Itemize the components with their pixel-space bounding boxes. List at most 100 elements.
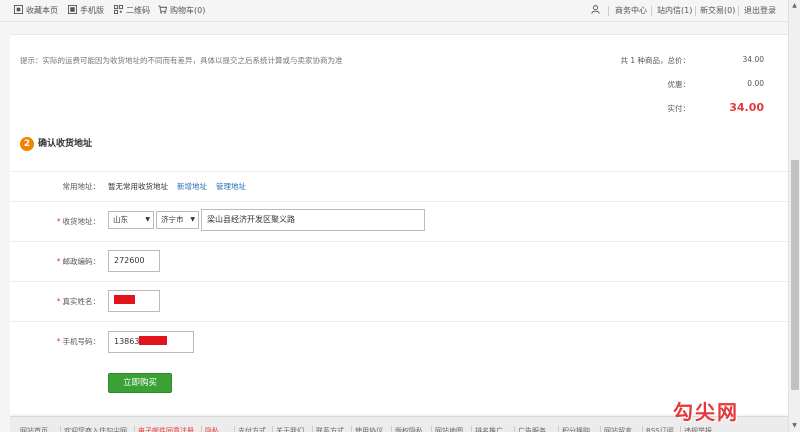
zip-label: 邮政编码：	[62, 257, 101, 266]
street-address-input[interactable]: 梁山县经济开发区聚义路	[201, 209, 425, 231]
footer-link[interactable]: 积分换购	[562, 426, 590, 432]
footer-divider	[234, 426, 235, 432]
mobile-link[interactable]: 手机版	[68, 5, 104, 17]
section-title-text: 确认收货地址	[38, 139, 93, 149]
qrcode-label: 二维码	[126, 6, 150, 15]
pay-value: 34.00	[729, 101, 764, 114]
cart-icon	[158, 5, 167, 14]
mobile-label: 手机版	[80, 6, 104, 15]
footer-divider	[642, 426, 643, 432]
logout-link[interactable]: 退出登录	[744, 5, 776, 17]
city-value: 济宁市	[161, 215, 184, 224]
member-center-link[interactable]: 商务中心	[615, 5, 647, 17]
footer-divider	[134, 426, 135, 432]
footer-link[interactable]: 网站留言	[604, 426, 632, 432]
zip-input[interactable]: 272600	[108, 250, 160, 272]
phone-label-wrap: * 手机号码：	[10, 336, 100, 347]
buy-now-button[interactable]: 立即购买	[108, 373, 172, 393]
footer-link[interactable]: 隐私	[205, 426, 219, 432]
divider	[651, 6, 652, 16]
footer-divider	[201, 426, 202, 432]
divider	[695, 6, 696, 16]
required-mark: *	[56, 297, 61, 306]
common-address-label: 常用地址：	[62, 182, 101, 191]
user-icon	[591, 5, 600, 14]
phone-row: * 手机号码： 13863	[10, 321, 788, 361]
redacted-phone	[139, 336, 168, 345]
no-common-address: 暂无常用收货地址	[108, 182, 168, 191]
phone-input[interactable]: 13863	[108, 331, 194, 353]
region-label: 收货地址：	[62, 217, 101, 226]
mobile-icon	[68, 5, 77, 14]
footer-divider	[471, 426, 472, 432]
footer-link[interactable]: 支付方式	[238, 426, 266, 432]
required-mark: *	[56, 257, 61, 266]
footer-link[interactable]: 欢迎您商入住勾尖网	[64, 426, 127, 432]
common-address-row: 常用地址： 暂无常用收货地址 新增地址 管理地址	[10, 171, 788, 201]
bookmark-icon	[14, 5, 23, 14]
footer-divider	[312, 426, 313, 432]
required-mark: *	[56, 217, 61, 226]
discount-label: 优惠：	[667, 80, 691, 89]
qrcode-icon	[114, 5, 123, 14]
footer-link[interactable]: 网站首页	[20, 426, 48, 432]
footer-divider	[351, 426, 352, 432]
divider	[738, 6, 739, 16]
footer-link[interactable]: 网站地图	[435, 426, 463, 432]
footer-link[interactable]: 电子邮件同意注册	[138, 426, 194, 432]
manage-address-link[interactable]: 管理地址	[216, 181, 246, 192]
footer-divider	[60, 426, 61, 432]
step-number: 2	[20, 136, 34, 151]
scrollbar-thumb[interactable]	[791, 160, 799, 390]
pay-label: 实付：	[667, 104, 691, 113]
phone-prefix: 13863	[114, 337, 140, 346]
redacted-name	[114, 295, 135, 304]
footer-link[interactable]: 版权隐私	[395, 426, 423, 432]
footer-divider	[391, 426, 392, 432]
region-label-wrap: * 收货地址：	[10, 216, 100, 227]
footer-divider	[558, 426, 559, 432]
city-select[interactable]: 济宁市 ▼	[156, 211, 199, 229]
required-mark: *	[56, 337, 61, 346]
footer-divider	[514, 426, 515, 432]
section-title: 2 确认收货地址	[20, 136, 92, 152]
region-row: * 收货地址： 山东 ▼ 济宁市 ▼ 梁山县经济开发区聚义路	[10, 201, 788, 241]
top-bar: 收藏本页 手机版 二维码 购物车(0) 商务中心 站内信(1) 新交易(0) 退…	[0, 0, 788, 22]
favorite-label: 收藏本页	[26, 6, 58, 15]
province-value: 山东	[113, 215, 128, 224]
footer-link[interactable]: 关于我们	[276, 426, 304, 432]
cart-link[interactable]: 购物车(0)	[158, 5, 205, 17]
scroll-down-icon[interactable]: ▼	[789, 420, 800, 432]
favorite-link[interactable]: 收藏本页	[14, 5, 58, 17]
shipping-hint: 提示：实际的运费可能因为收货地址的不同而有差异，具体以提交之后系统计算或与卖家协…	[20, 56, 343, 65]
total-label: 共 1 种商品，总价：	[620, 56, 690, 65]
province-select[interactable]: 山东 ▼	[108, 211, 154, 229]
discount-value: 0.00	[747, 79, 764, 88]
new-trade-link[interactable]: 新交易(0)	[700, 5, 735, 17]
watermark-logo: 勾尖网	[673, 400, 739, 424]
divider	[608, 6, 609, 16]
vertical-scrollbar[interactable]: ▲ ▼	[788, 0, 800, 432]
cart-label: 购物车(0)	[170, 6, 206, 15]
real-name-input[interactable]	[108, 290, 160, 312]
total-value: 34.00	[742, 55, 764, 64]
zip-label-wrap: * 邮政编码：	[10, 256, 100, 267]
name-label: 真实姓名：	[62, 297, 101, 306]
user-link[interactable]	[591, 5, 603, 17]
caret-down-icon: ▼	[190, 216, 195, 223]
footer-link[interactable]: 广告服务	[518, 426, 546, 432]
footer-link[interactable]: 联系方式	[316, 426, 344, 432]
footer-divider	[431, 426, 432, 432]
footer-link[interactable]: 使用协议	[355, 426, 383, 432]
caret-down-icon: ▼	[145, 216, 150, 223]
footer-link[interactable]: 排名推广	[475, 426, 503, 432]
name-label-wrap: * 真实姓名：	[10, 296, 100, 307]
footer-divider	[272, 426, 273, 432]
add-address-link[interactable]: 新增地址	[177, 181, 207, 192]
messages-link[interactable]: 站内信(1)	[657, 5, 692, 17]
phone-label: 手机号码：	[62, 337, 101, 346]
qrcode-link[interactable]: 二维码	[114, 5, 150, 17]
name-row: * 真实姓名：	[10, 281, 788, 321]
scroll-up-icon[interactable]: ▲	[789, 0, 800, 12]
zip-row: * 邮政编码： 272600	[10, 241, 788, 281]
